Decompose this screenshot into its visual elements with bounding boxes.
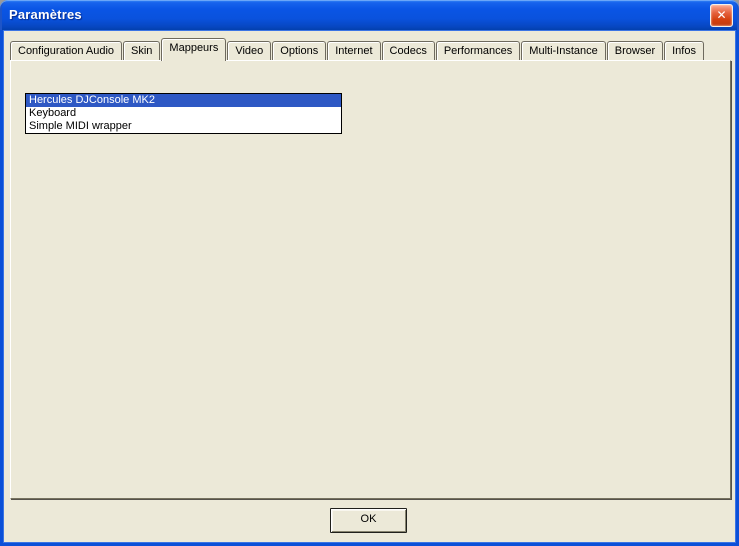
tab-codecs[interactable]: Codecs xyxy=(382,41,435,60)
tab-internet[interactable]: Internet xyxy=(327,41,380,60)
tab-infos[interactable]: Infos xyxy=(664,41,704,60)
ok-button[interactable]: OK xyxy=(330,508,407,533)
ok-label: OK xyxy=(361,513,377,525)
close-icon: ✕ xyxy=(716,8,726,22)
tab-options[interactable]: Options xyxy=(272,41,326,60)
tab-mappeurs[interactable]: Mappeurs xyxy=(161,38,226,61)
tab-video[interactable]: Video xyxy=(227,41,271,60)
close-button[interactable]: ✕ xyxy=(710,4,733,27)
tab-skin[interactable]: Skin xyxy=(123,41,160,60)
tab-multi-instance[interactable]: Multi-Instance xyxy=(521,41,605,60)
mapper-dropdown-item[interactable]: Simple MIDI wrapper xyxy=(26,120,341,133)
tab-performances[interactable]: Performances xyxy=(436,41,520,60)
mapper-dropdown-item[interactable]: Hercules DJConsole MK2 xyxy=(26,94,341,107)
mapper-dropdown-list[interactable]: Hercules DJConsole MK2KeyboardSimple MID… xyxy=(25,93,342,134)
tab-configuration-audio[interactable]: Configuration Audio xyxy=(10,41,122,60)
title-bar[interactable]: Paramètres ✕ xyxy=(0,0,739,30)
tab-browser[interactable]: Browser xyxy=(607,41,663,60)
mapper-dropdown-item[interactable]: Keyboard xyxy=(26,107,341,120)
settings-dialog: Paramètres ✕ Configuration AudioSkinMapp… xyxy=(0,0,739,546)
tab-strip: Configuration AudioSkinMappeursVideoOpti… xyxy=(10,38,705,60)
window-title: Paramètres xyxy=(9,7,82,22)
